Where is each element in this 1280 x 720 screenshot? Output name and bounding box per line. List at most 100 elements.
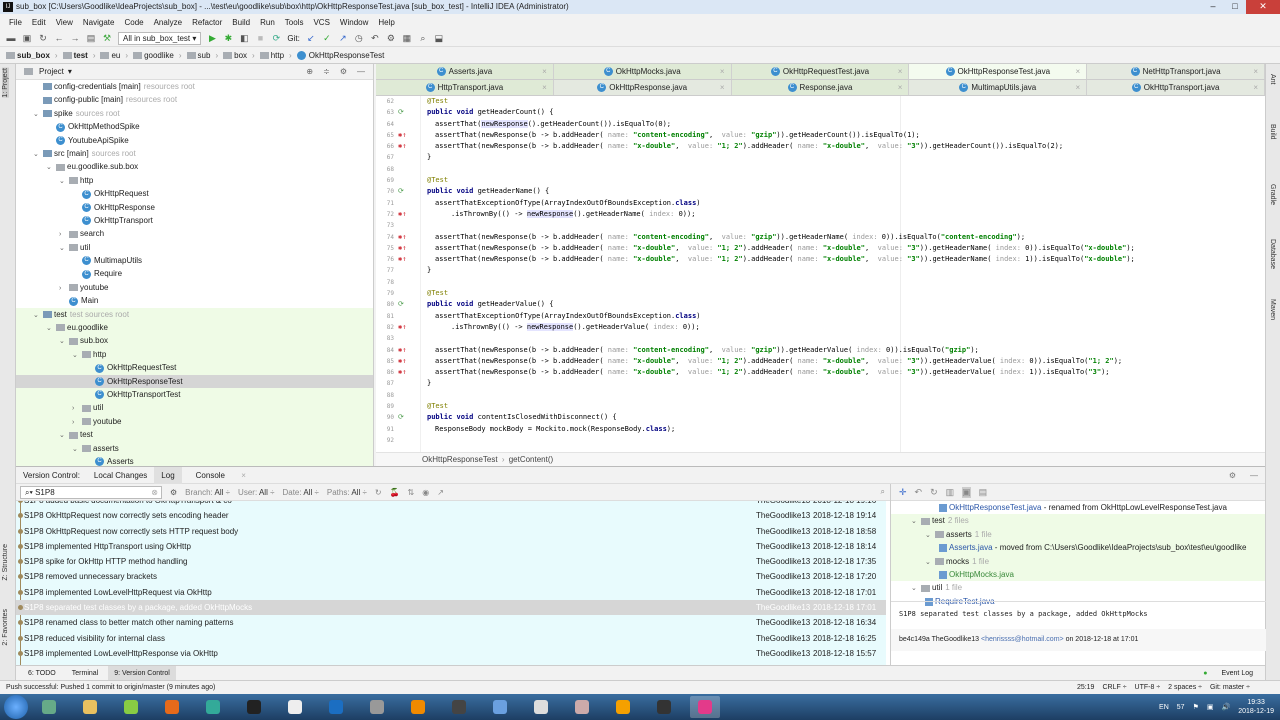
tree-item[interactable]: ⌄ test test sources root xyxy=(16,307,373,322)
breadcrumb-item[interactable]: eu xyxy=(100,51,120,60)
close-tab-icon[interactable]: × xyxy=(898,64,903,79)
close-tab-icon[interactable]: × xyxy=(1076,64,1081,79)
menu-refactor[interactable]: Refactor xyxy=(187,18,227,27)
ant-tool-button[interactable]: Ant xyxy=(1269,74,1276,85)
breadcrumb-item[interactable]: OkHttpResponseTest xyxy=(296,51,384,61)
tree-item[interactable]: C OkHttpResponse xyxy=(16,201,373,214)
close-tab-icon[interactable]: × xyxy=(1076,80,1081,95)
chevron-down-icon[interactable]: ⌄ xyxy=(911,582,921,595)
settings-wrench-icon[interactable]: ⚙ xyxy=(386,33,396,43)
taskbar-app[interactable] xyxy=(116,696,146,718)
changed-item[interactable]: ⌄ mocks 1 file xyxy=(891,554,1265,568)
chevron-down-icon[interactable]: ⌄ xyxy=(59,175,69,188)
commit-row[interactable]: S1P8 added basic documentation to OkHttp… xyxy=(16,501,886,508)
chevron-down-icon[interactable]: ⌄ xyxy=(33,108,43,121)
structure-tool-button[interactable]: Z: Structure xyxy=(2,544,9,581)
filter-date[interactable]: Date: All ÷ xyxy=(282,488,318,497)
chevron-down-icon[interactable]: ⌄ xyxy=(33,309,43,322)
editor-tab[interactable]: C Response.java × xyxy=(731,80,910,95)
project-structure-icon[interactable]: ▦ xyxy=(402,33,412,43)
settings-icon[interactable]: ⚙ xyxy=(170,488,177,497)
taskbar-app[interactable] xyxy=(567,696,597,718)
diff-icon[interactable]: ▥ xyxy=(946,487,955,498)
editor-tab[interactable]: C MultimapUtils.java × xyxy=(909,80,1088,95)
taskbar-app[interactable] xyxy=(280,696,310,718)
taskbar-app[interactable] xyxy=(34,696,64,718)
gear-icon[interactable]: ⚙ xyxy=(340,67,347,76)
run-config-select[interactable]: All in sub_box_test ▾ xyxy=(118,31,202,45)
debug-icon[interactable]: ✱ xyxy=(223,33,233,43)
close-tab-icon[interactable]: × xyxy=(1253,64,1258,79)
tree-item[interactable]: config-public [main] resources root xyxy=(16,93,373,106)
filter-paths[interactable]: Paths: All ÷ xyxy=(327,488,367,497)
git-update-icon[interactable]: ↙ xyxy=(306,33,316,43)
chevron-down-icon[interactable]: ⌄ xyxy=(72,443,82,456)
chevron-down-icon[interactable]: ⌄ xyxy=(59,242,69,255)
crumb-method[interactable]: getContent() xyxy=(509,455,553,464)
breadcrumb-item[interactable]: sub xyxy=(186,51,210,60)
close-button[interactable]: ✕ xyxy=(1246,0,1280,14)
commit-email[interactable]: <henrissss@hotmail.com> xyxy=(981,636,1064,643)
menu-tools[interactable]: Tools xyxy=(280,18,309,27)
git-push-icon[interactable]: ↗ xyxy=(338,33,348,43)
tree-item[interactable]: ⌄ http xyxy=(16,347,373,362)
hide-icon[interactable]: — xyxy=(357,67,365,76)
tree-item[interactable]: ⌄ test xyxy=(16,428,373,442)
file-encoding[interactable]: UTF-8 ÷ xyxy=(1135,684,1161,691)
changed-item[interactable]: Asserts.java - moved from C:\Users\Goodl… xyxy=(891,541,1265,555)
search-icon[interactable]: ⌕ xyxy=(418,33,428,43)
chevron-down-icon[interactable]: ⌄ xyxy=(46,161,56,174)
stop-icon[interactable]: ■ xyxy=(255,33,265,43)
changed-item[interactable]: OkHttpResponseTest.java - renamed from O… xyxy=(891,501,1265,514)
open-icon[interactable]: ▬ xyxy=(6,33,16,43)
tree-item[interactable]: ⌄ util xyxy=(16,241,373,254)
taskbar-app[interactable] xyxy=(157,696,187,718)
changed-item[interactable]: ⌄ util 1 file xyxy=(891,581,1265,594)
locate-icon[interactable]: ⊕ xyxy=(306,67,313,76)
menu-run[interactable]: Run xyxy=(255,18,280,27)
hide-icon[interactable]: — xyxy=(1243,467,1265,484)
tree-item[interactable]: C OkHttpTransport xyxy=(16,214,373,227)
chevron-down-icon[interactable]: ⌄ xyxy=(46,322,56,335)
save-icon[interactable]: ▣ xyxy=(22,33,32,43)
tree-item[interactable]: › util xyxy=(16,401,373,415)
menu-navigate[interactable]: Navigate xyxy=(78,18,120,27)
filter-user[interactable]: User: All ÷ xyxy=(238,488,274,497)
taskbar-app[interactable] xyxy=(321,696,351,718)
taskbar-app[interactable] xyxy=(239,696,269,718)
taskbar-app[interactable] xyxy=(608,696,638,718)
editor-tab[interactable]: C OkHttpResponseTest.java × xyxy=(909,64,1088,79)
clock[interactable]: 19:33 2018-12-19 xyxy=(1238,698,1274,716)
tree-item[interactable]: C OkHttpResponseTest xyxy=(16,374,373,388)
taskbar-app[interactable] xyxy=(444,696,474,718)
menu-window[interactable]: Window xyxy=(335,18,373,27)
editor-tab[interactable]: C NetHttpTransport.java × xyxy=(1087,64,1265,79)
editor-tab[interactable]: C Asserts.java × xyxy=(376,64,554,79)
tab-local-changes[interactable]: Local Changes xyxy=(87,467,154,484)
tree-item[interactable]: › youtube xyxy=(16,281,373,294)
tree-item[interactable]: C Asserts xyxy=(16,454,373,466)
group-icon[interactable]: ▣ xyxy=(962,486,971,498)
close-icon[interactable]: × xyxy=(234,471,253,480)
menu-vcs[interactable]: VCS xyxy=(308,18,334,27)
favorites-tool-button[interactable]: 2: Favorites xyxy=(2,609,9,646)
back-icon[interactable]: ← xyxy=(54,33,64,43)
changed-item[interactable]: ⌄ test 2 files xyxy=(891,514,1265,528)
commit-row[interactable]: S1P8 separated test classes by a package… xyxy=(16,600,886,616)
tab-console[interactable]: Console × xyxy=(182,467,260,484)
taskbar-app[interactable] xyxy=(362,696,392,718)
line-separator[interactable]: CRLF ÷ xyxy=(1102,684,1126,691)
commit-row[interactable]: S1P8 removed unnecessary brackets TheGood… xyxy=(16,569,886,584)
revert-icon[interactable]: ↶ xyxy=(370,33,380,43)
tree-item[interactable]: ⌄ sub.box xyxy=(16,334,373,348)
editor-tab[interactable]: C OkHttpRequestTest.java × xyxy=(731,64,910,79)
chevron-right-icon[interactable]: › xyxy=(59,282,69,295)
tree-item[interactable]: config-credentials [main] resources root xyxy=(16,80,373,93)
refresh-icon[interactable]: ↻ xyxy=(375,488,382,497)
breadcrumb-item[interactable]: test xyxy=(62,51,88,60)
eye-icon[interactable]: ◉ xyxy=(422,488,429,497)
status-message[interactable]: Push successful: Pushed 1 commit to orig… xyxy=(6,684,215,691)
commit-row[interactable]: S1P8 renamed class to better match other… xyxy=(16,615,886,630)
forward-icon[interactable]: → xyxy=(70,33,80,43)
run-test-icon[interactable]: ⟳ xyxy=(398,107,404,118)
